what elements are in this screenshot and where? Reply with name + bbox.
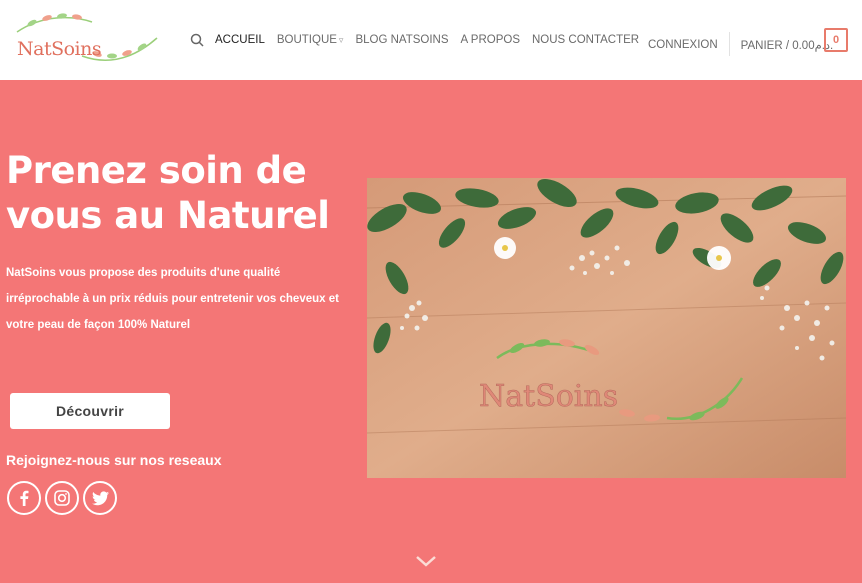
chevron-down-icon: ▿ bbox=[338, 35, 344, 45]
site-logo[interactable]: NatSoins bbox=[12, 10, 162, 68]
hero-description: NatSoins vous propose des produits d'une… bbox=[6, 267, 339, 331]
nav-divider bbox=[728, 32, 730, 56]
nav-item-contact[interactable]: NOUS CONTACTER bbox=[532, 34, 639, 46]
cart-total: PANIER / 0.00 bbox=[740, 40, 815, 52]
nav-item-boutique[interactable]: BOUTIQUE ▿ bbox=[277, 34, 344, 46]
instagram-icon[interactable] bbox=[45, 481, 79, 515]
login-link[interactable]: CONNEXION bbox=[648, 39, 718, 51]
image-brand-text: NatSoins bbox=[479, 379, 618, 414]
cart-link[interactable]: PANIER / 0.00د.م. bbox=[741, 38, 834, 52]
logo-text: NatSoins bbox=[17, 38, 102, 60]
twitter-icon[interactable] bbox=[83, 481, 117, 515]
flatlay-photo: NatSoins bbox=[367, 178, 846, 478]
cart-count-badge[interactable]: 0 bbox=[824, 28, 848, 52]
main-nav: ACCUEIL BOUTIQUE ▿ BLOG NATSOINS A PROPOS… bbox=[190, 33, 651, 47]
nav-item-blog[interactable]: BLOG NATSOINS bbox=[355, 34, 448, 46]
site-header: NatSoins ACCUEIL BOUTIQUE ▿ BLOG NATSOINS… bbox=[0, 0, 862, 80]
social-links bbox=[7, 481, 121, 515]
hero-image: NatSoins bbox=[367, 178, 846, 478]
account-nav: CONNEXION PANIER / 0.00د.م. bbox=[648, 32, 834, 57]
nav-item-a-propos[interactable]: A PROPOS bbox=[461, 34, 520, 46]
nav-item-boutique-label: BOUTIQUE bbox=[276, 34, 337, 46]
facebook-icon[interactable] bbox=[7, 481, 41, 515]
social-title: Rejoignez-nous sur nos reseaux bbox=[6, 452, 222, 468]
discover-button[interactable]: Découvrir bbox=[10, 393, 170, 429]
search-icon[interactable] bbox=[190, 33, 204, 47]
hero-title: Prenez soin de vous au Naturel bbox=[6, 149, 330, 237]
chevron-down-icon[interactable] bbox=[414, 553, 438, 569]
nav-item-accueil[interactable]: ACCUEIL bbox=[215, 34, 265, 46]
